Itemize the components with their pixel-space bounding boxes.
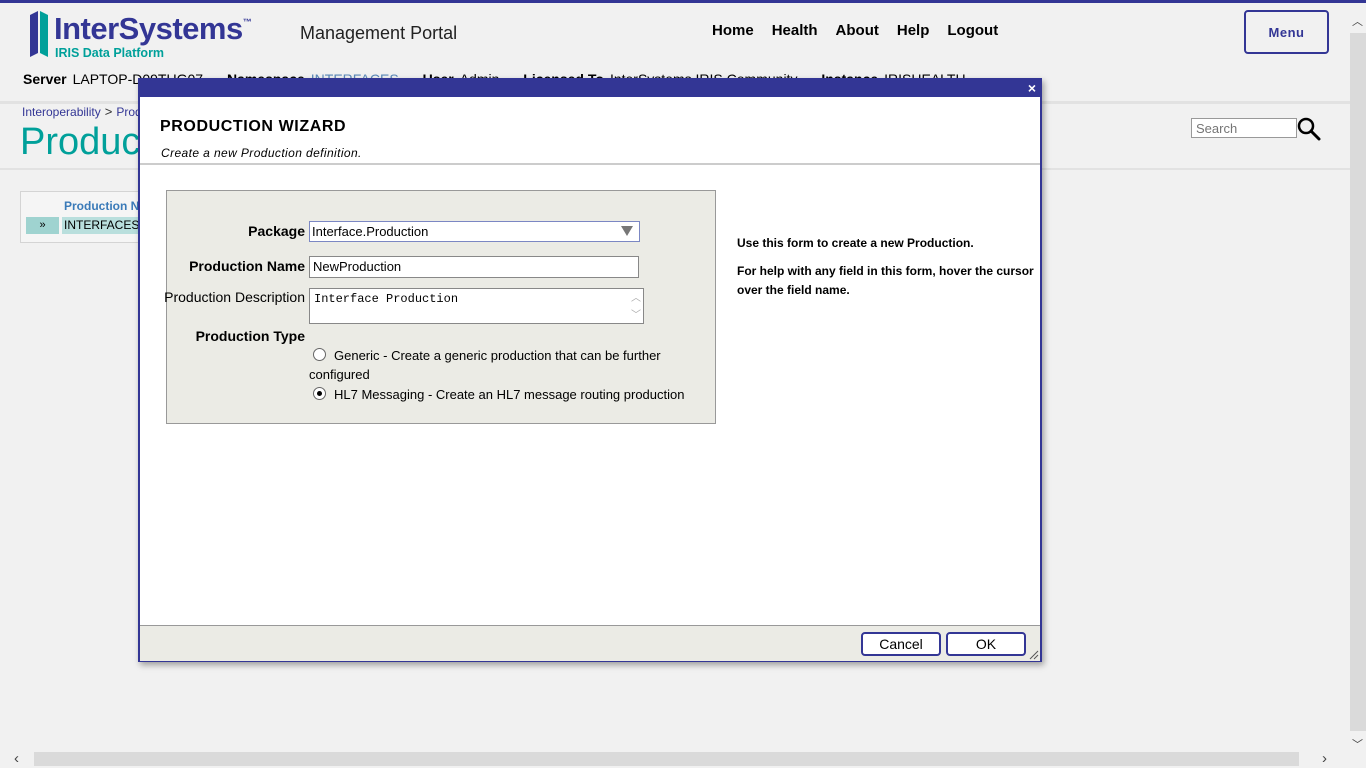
- cancel-button[interactable]: Cancel: [861, 632, 941, 656]
- resize-grip-icon[interactable]: [1027, 648, 1039, 660]
- production-name-input[interactable]: NewProduction: [309, 256, 639, 278]
- vertical-scroll-thumb[interactable]: [1350, 33, 1366, 731]
- radio-generic-label[interactable]: Generic - Create a generic production th…: [334, 346, 661, 365]
- vertical-scrollbar[interactable]: ︿ ﹀: [1350, 3, 1366, 753]
- production-description-value: Interface Production: [314, 292, 459, 306]
- scroll-left-icon[interactable]: ‹: [14, 750, 19, 767]
- package-select[interactable]: Interface.Production: [309, 221, 640, 242]
- horizontal-scroll-thumb[interactable]: [34, 752, 1299, 766]
- scroll-down-icon[interactable]: ﹀: [1352, 736, 1363, 752]
- dialog-titlebar[interactable]: ×: [140, 80, 1040, 97]
- help-text-2: For help with any field in this form, ho…: [737, 264, 1034, 297]
- radio-hl7-messaging-label[interactable]: HL7 Messaging - Create an HL7 message ro…: [334, 385, 684, 404]
- scroll-up-icon[interactable]: ︿: [1352, 13, 1363, 29]
- package-value: Interface.Production: [312, 224, 429, 239]
- wizard-subtitle: Create a new Production definition.: [161, 146, 362, 160]
- help-text-1: Use this form to create a new Production…: [737, 236, 974, 250]
- radio-generic[interactable]: [313, 348, 326, 361]
- package-label: Package: [248, 223, 305, 239]
- radio-hl7-messaging[interactable]: [313, 387, 326, 400]
- production-name-label: Production Name: [189, 258, 305, 274]
- production-type-label: Production Type: [195, 328, 305, 344]
- ok-button[interactable]: OK: [946, 632, 1026, 656]
- dropdown-arrow-icon[interactable]: [621, 226, 633, 236]
- horizontal-scrollbar[interactable]: ‹ ›: [0, 750, 1350, 768]
- production-wizard-dialog: × PRODUCTION WIZARD Create a new Product…: [138, 78, 1042, 662]
- production-description-label: Production Description: [164, 289, 305, 305]
- wizard-help: Use this form to create a new Production…: [737, 234, 1037, 309]
- scroll-right-icon[interactable]: ›: [1322, 750, 1327, 767]
- textarea-scroll-down-icon[interactable]: ﹀: [631, 306, 641, 322]
- modal-overlay: × PRODUCTION WIZARD Create a new Product…: [0, 0, 1350, 750]
- radio-generic-label-cont[interactable]: configured: [309, 365, 370, 384]
- wizard-divider: [140, 163, 1040, 165]
- dialog-footer: Cancel OK: [140, 625, 1040, 661]
- close-icon[interactable]: ×: [1028, 80, 1036, 97]
- production-form: Package Interface.Production Production …: [164, 190, 716, 424]
- production-description-textarea[interactable]: Interface Production ︿ ﹀: [309, 288, 644, 324]
- wizard-title: PRODUCTION WIZARD: [160, 118, 347, 135]
- textarea-scroll-up-icon[interactable]: ︿: [631, 289, 641, 305]
